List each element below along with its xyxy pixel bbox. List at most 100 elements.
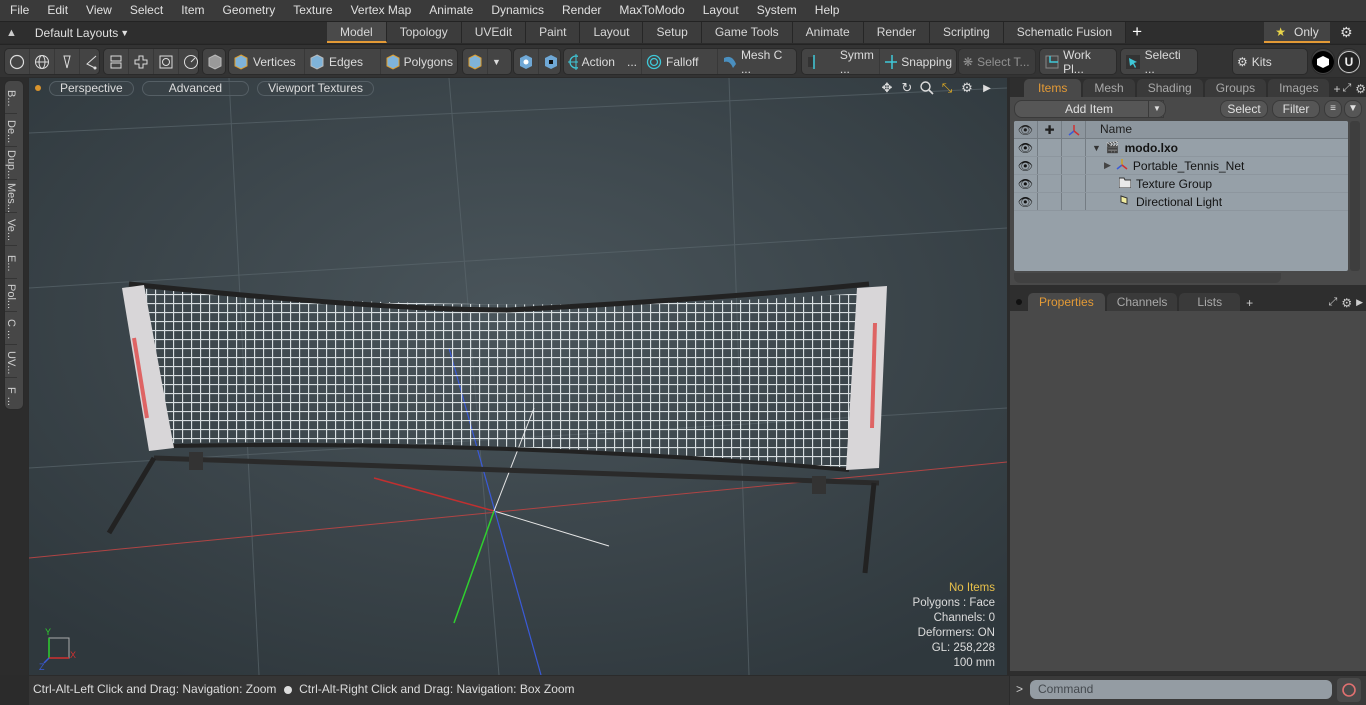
add-item-dropdown[interactable]: ▼: [1148, 100, 1166, 118]
tab-images[interactable]: Images: [1268, 79, 1330, 97]
falloff-button[interactable]: Falloff: [642, 49, 718, 74]
tab-setup[interactable]: Setup: [643, 22, 702, 43]
menu-render[interactable]: Render: [552, 0, 609, 21]
3d-viewport[interactable]: Y X Z Perspective Advanced Viewport Text…: [29, 78, 1007, 675]
tree-item[interactable]: ▶ Portable_Tennis_Net: [1086, 157, 1244, 174]
tab-game-tools[interactable]: Game Tools: [701, 22, 793, 43]
menu-system[interactable]: System: [747, 0, 805, 21]
menu-maxtomodo[interactable]: MaxToModo: [609, 0, 692, 21]
kits-button[interactable]: ⚙ Kits: [1233, 49, 1307, 74]
tab-groups[interactable]: Groups: [1204, 79, 1267, 97]
menu-edit[interactable]: Edit: [37, 0, 76, 21]
select-button[interactable]: Select: [1220, 100, 1268, 118]
menu-vertex-map[interactable]: Vertex Map: [341, 0, 420, 21]
cross-icon[interactable]: [129, 49, 154, 74]
tab-uvedit[interactable]: UVEdit: [461, 22, 527, 43]
vtab-duplicate[interactable]: Dup...: [5, 147, 17, 180]
zoom-view-icon[interactable]: [919, 80, 935, 96]
tab-shading[interactable]: Shading: [1136, 79, 1203, 97]
tab-schematic-fusion[interactable]: Schematic Fusion: [1003, 22, 1127, 43]
selection-sets-button[interactable]: Selecti ...: [1121, 48, 1197, 76]
panel-menu-arrow-icon[interactable]: ▶: [1356, 297, 1363, 308]
menu-view[interactable]: View: [76, 0, 120, 21]
only-button[interactable]: ★ Only: [1264, 22, 1330, 43]
action-button[interactable]: Action...: [564, 49, 642, 74]
eye-icon[interactable]: 👁: [1014, 139, 1038, 156]
element-snap-icon[interactable]: [514, 49, 539, 74]
add-tab-icon[interactable]: +: [1126, 22, 1148, 43]
move-view-icon[interactable]: ✥: [879, 80, 895, 96]
advanced-button[interactable]: Advanced: [141, 80, 250, 96]
maximize-view-icon[interactable]: ⤡: [939, 80, 955, 96]
polygons-button[interactable]: Polygons: [381, 49, 457, 74]
viewport-status-dot[interactable]: [35, 85, 41, 91]
dial-icon[interactable]: [179, 49, 203, 74]
command-input[interactable]: Command: [1030, 680, 1332, 699]
chevron-down-icon[interactable]: ▼: [488, 49, 505, 74]
collapse-triangle-icon[interactable]: ▼: [1092, 143, 1101, 153]
tree-row[interactable]: 👁 Texture Group: [1014, 175, 1348, 193]
vtab-fusion[interactable]: F ...: [5, 378, 17, 411]
tree-hscroll[interactable]: [1014, 273, 1281, 283]
checker-cube-icon[interactable]: [539, 49, 563, 74]
menu-layout[interactable]: Layout: [693, 0, 747, 21]
tab-items[interactable]: Items: [1024, 79, 1082, 97]
select-through-button[interactable]: ❋ Select T...: [959, 49, 1035, 74]
tree-scrollbar[interactable]: [1350, 121, 1360, 271]
menu-animate[interactable]: Animate: [419, 0, 481, 21]
vtab-basic[interactable]: B...: [5, 81, 17, 114]
edges-button[interactable]: Edges: [305, 49, 381, 74]
tab-animate[interactable]: Animate: [792, 22, 864, 43]
frame-icon[interactable]: [154, 49, 179, 74]
viewport-textures-button[interactable]: Viewport Textures: [257, 80, 375, 96]
material-cube-icon[interactable]: [463, 49, 488, 74]
layout-selector[interactable]: ▲ Default Layouts ▼: [6, 22, 129, 44]
tree-row[interactable]: 👁 Directional Light: [1014, 193, 1348, 211]
tab-layout[interactable]: Layout: [580, 22, 644, 43]
vtab-vertex[interactable]: Ve...: [5, 213, 17, 246]
menu-dynamics[interactable]: Dynamics: [481, 0, 552, 21]
panel-dot-icon[interactable]: [1016, 299, 1022, 305]
panel-gear-icon[interactable]: ⚙: [1341, 296, 1352, 310]
menu-select[interactable]: Select: [120, 0, 171, 21]
vertices-button[interactable]: Vertices: [229, 49, 305, 74]
filter-button[interactable]: Filter: [1272, 100, 1320, 118]
add-item-button[interactable]: Add Item: [1014, 100, 1164, 118]
tab-paint[interactable]: Paint: [526, 22, 581, 43]
tree-item[interactable]: Texture Group: [1086, 175, 1212, 192]
vtab-curve[interactable]: C ...: [5, 312, 17, 345]
tab-channels[interactable]: Channels: [1106, 293, 1178, 311]
viewport-menu-arrow-icon[interactable]: ▶: [979, 80, 995, 96]
pen-tool-icon[interactable]: [55, 49, 80, 74]
globe-icon[interactable]: [30, 49, 55, 74]
path-tool-icon[interactable]: [80, 49, 104, 74]
rotate-view-icon[interactable]: ↻: [899, 80, 915, 96]
eye-icon[interactable]: 👁: [1014, 175, 1038, 192]
tab-properties[interactable]: Properties: [1028, 293, 1105, 311]
viewport-gear-icon[interactable]: ⚙: [959, 80, 975, 96]
tab-mesh[interactable]: Mesh ...: [1083, 79, 1135, 113]
circle-select-icon[interactable]: [5, 49, 30, 74]
vtab-deform[interactable]: De...: [5, 114, 17, 147]
tab-render[interactable]: Render: [863, 22, 931, 43]
unreal-button[interactable]: U: [1337, 48, 1361, 75]
expand-panel-icon[interactable]: ⤢: [1342, 82, 1351, 95]
work-plane-button[interactable]: Work Pl...: [1040, 48, 1116, 76]
name-column-header[interactable]: Name: [1086, 121, 1132, 138]
vtab-uv[interactable]: UV...: [5, 345, 17, 378]
lock-column-icon[interactable]: ✚: [1038, 121, 1062, 138]
snapping-button[interactable]: Snapping: [880, 49, 956, 74]
visibility-column-icon[interactable]: 👁: [1014, 121, 1038, 138]
perspective-button[interactable]: Perspective: [49, 80, 134, 96]
tree-item[interactable]: ▼ 🎬 modo.lxo: [1086, 139, 1178, 156]
tab-model[interactable]: Model: [327, 22, 387, 43]
tree-row[interactable]: 👁 ▶ Portable_Tennis_Net: [1014, 157, 1348, 175]
symmetry-button[interactable]: Symm ...: [802, 48, 880, 76]
align-icon[interactable]: [104, 49, 129, 74]
collapse-arrow-icon[interactable]: ▲: [6, 27, 17, 39]
mesh-constraint-button[interactable]: Mesh C ...: [718, 48, 796, 76]
menu-help[interactable]: Help: [805, 0, 848, 21]
vtab-mesh-edit[interactable]: Mes...: [5, 180, 17, 213]
axis-column-icon[interactable]: [1062, 121, 1086, 138]
record-macro-button[interactable]: [1337, 678, 1361, 702]
